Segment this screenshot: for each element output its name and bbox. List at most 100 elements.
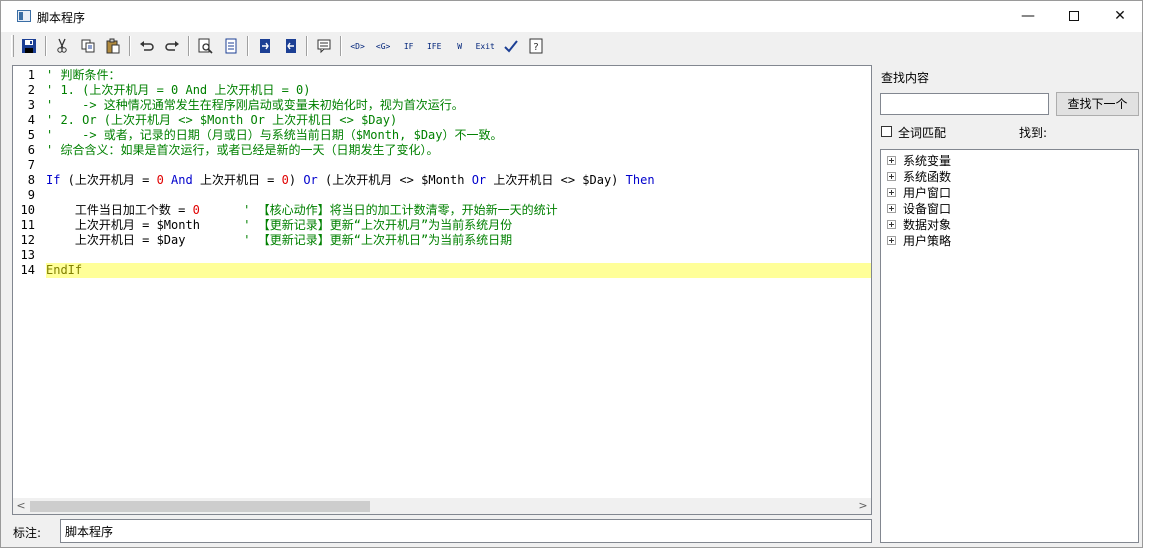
tree-item-label: 用户窗口 xyxy=(903,185,952,200)
scroll-left-icon[interactable]: < xyxy=(13,498,29,514)
code-line[interactable] xyxy=(46,248,871,263)
help-button[interactable]: ? xyxy=(526,35,548,57)
code-line[interactable]: EndIf xyxy=(46,263,871,278)
close-button[interactable]: ✕ xyxy=(1097,1,1143,32)
insert-if-button[interactable]: IF xyxy=(398,35,420,57)
tree-item[interactable]: 系统函数 xyxy=(887,168,951,184)
paste-button[interactable] xyxy=(103,35,125,57)
scroll-thumb[interactable] xyxy=(30,501,370,512)
code-line[interactable] xyxy=(46,158,871,173)
code-token: 工件当日加工个数 = xyxy=(46,203,193,217)
toolbar-separator xyxy=(247,36,250,56)
undo-button[interactable] xyxy=(136,35,158,57)
code-token: ' 【更新记录】更新“上次开机日”为当前系统日期 xyxy=(243,233,513,247)
whole-word-checkbox[interactable] xyxy=(881,126,892,137)
toolbar-grip[interactable] xyxy=(11,35,14,57)
code-token: EndIf xyxy=(46,263,83,277)
indent-button[interactable] xyxy=(254,35,276,57)
minimize-button[interactable]: — xyxy=(1005,1,1051,32)
maximize-button[interactable] xyxy=(1051,1,1097,32)
check-icon xyxy=(504,40,518,53)
toolbar-separator xyxy=(129,36,132,56)
insert-g-button[interactable]: <G> xyxy=(372,35,394,57)
line-number: 9 xyxy=(27,188,35,202)
code-line[interactable]: ' 2. Or (上次开机月 <> $Month Or 上次开机日 <> $Da… xyxy=(46,113,871,128)
code-editor[interactable]: 1 2 3 4 5 6 7 8 9 10 11 12 13 14 ' 判断条件： ' 1. (上次开机月 =… xyxy=(12,65,872,515)
horizontal-scrollbar[interactable]: < > xyxy=(13,498,871,514)
code-token: And xyxy=(171,173,193,187)
scroll-right-icon[interactable]: > xyxy=(855,498,871,514)
paste-icon xyxy=(106,38,120,54)
line-number: 14 xyxy=(20,263,35,277)
code-line[interactable]: ' -> 或者，记录的日期（月或日）与系统当前日期（$Month, $Day）不… xyxy=(46,128,871,143)
find-next-button[interactable]: 查找下一个 xyxy=(1056,92,1139,116)
code-token: ' 2. Or (上次开机月 <> $Month Or 上次开机日 <> $Da… xyxy=(46,113,398,127)
code-area[interactable]: ' 判断条件： ' 1. (上次开机月 = 0 And 上次开机日 = 0) ' -… xyxy=(46,66,871,500)
code-line[interactable]: 工件当日加工个数 = 0 ' 【核心动作】将当日的加工计数清零，开始新一天的统计 xyxy=(46,203,871,218)
line-number: 4 xyxy=(27,113,35,127)
code-token: (上次开机月 = xyxy=(60,173,157,187)
copy-button[interactable] xyxy=(77,35,99,57)
object-tree[interactable]: 系统变量 系统函数 用户窗口 设备窗口 数据对象 用户策略 xyxy=(880,149,1139,543)
page-button[interactable] xyxy=(221,35,243,57)
expand-plus-icon[interactable] xyxy=(887,171,896,181)
toolbar-separator xyxy=(339,36,342,56)
insert-while-button[interactable]: W xyxy=(449,35,471,57)
tree-item[interactable]: 设备窗口 xyxy=(887,200,951,216)
tree-item[interactable]: 用户策略 xyxy=(887,232,951,248)
code-line[interactable]: 上次开机月 = $Month ' 【更新记录】更新“上次开机月”为当前系统月份 xyxy=(46,218,871,233)
check-button[interactable] xyxy=(500,35,522,57)
expand-plus-icon[interactable] xyxy=(887,203,896,213)
code-line[interactable]: ' 判断条件： xyxy=(46,68,871,83)
line-number: 6 xyxy=(27,143,35,157)
find-button[interactable] xyxy=(195,35,217,57)
comment-icon xyxy=(317,39,331,54)
code-token: 上次开机日 = $Day xyxy=(46,233,244,247)
insert-exit-button[interactable]: Exit xyxy=(474,35,496,57)
toolbar-separator xyxy=(306,36,309,56)
code-line[interactable]: ' 综合含义：如果是首次运行，或者已经是新的一天（日期发生了变化）。 xyxy=(46,143,871,158)
note-input[interactable]: 脚本程序 xyxy=(60,519,872,543)
expand-plus-icon[interactable] xyxy=(887,187,896,197)
code-line[interactable]: 上次开机日 = $Day ' 【更新记录】更新“上次开机日”为当前系统日期 xyxy=(46,233,871,248)
code-token: 0 xyxy=(281,173,289,187)
tree-item[interactable]: 用户窗口 xyxy=(887,184,951,200)
tree-item[interactable]: 数据对象 xyxy=(887,216,951,232)
line-number: 13 xyxy=(20,248,35,262)
comment-button[interactable] xyxy=(313,35,335,57)
code-token: 上次开机日 = xyxy=(192,173,282,187)
save-button[interactable] xyxy=(18,35,40,57)
code-token: Or xyxy=(303,173,318,187)
redo-button[interactable] xyxy=(162,35,184,57)
tree-item-label: 用户策略 xyxy=(903,233,952,248)
outdent-button[interactable] xyxy=(280,35,302,57)
page-icon xyxy=(225,38,237,54)
expand-plus-icon[interactable] xyxy=(887,155,896,165)
title-bar: 脚本程序 — ✕ xyxy=(1,1,1142,32)
code-token: Then xyxy=(625,173,655,187)
redo-icon xyxy=(165,41,180,51)
line-number: 1 xyxy=(27,68,35,82)
expand-plus-icon[interactable] xyxy=(887,219,896,229)
code-line[interactable]: If (上次开机月 = 0 And 上次开机日 = 0) Or (上次开机月 <… xyxy=(46,173,871,188)
insert-ife-button[interactable]: IFE xyxy=(423,35,445,57)
code-line[interactable] xyxy=(46,188,871,203)
line-number: 5 xyxy=(27,128,35,142)
insert-d-button[interactable]: <D> xyxy=(347,35,369,57)
code-line[interactable]: ' 1. (上次开机月 = 0 And 上次开机日 = 0) xyxy=(46,83,871,98)
find-icon xyxy=(198,38,213,54)
code-token: ' -> 或者，记录的日期（月或日）与系统当前日期（$Month, $Day）不… xyxy=(46,128,503,142)
line-number: 10 xyxy=(20,203,35,217)
tree-item-label: 设备窗口 xyxy=(903,201,952,216)
find-input[interactable] xyxy=(880,93,1049,115)
indent-icon xyxy=(260,39,270,53)
line-number: 11 xyxy=(20,218,35,232)
toolbar: <D> <G> IF IFE W Exit ? xyxy=(11,33,551,59)
tree-item[interactable]: 系统变量 xyxy=(887,152,951,168)
window-title: 脚本程序 xyxy=(37,11,86,25)
code-line[interactable]: ' -> 这种情况通常发生在程序刚启动或变量未初始化时，视为首次运行。 xyxy=(46,98,871,113)
code-token: (上次开机月 <> $Month xyxy=(317,173,472,187)
expand-plus-icon[interactable] xyxy=(887,235,896,245)
cut-button[interactable] xyxy=(52,35,74,57)
